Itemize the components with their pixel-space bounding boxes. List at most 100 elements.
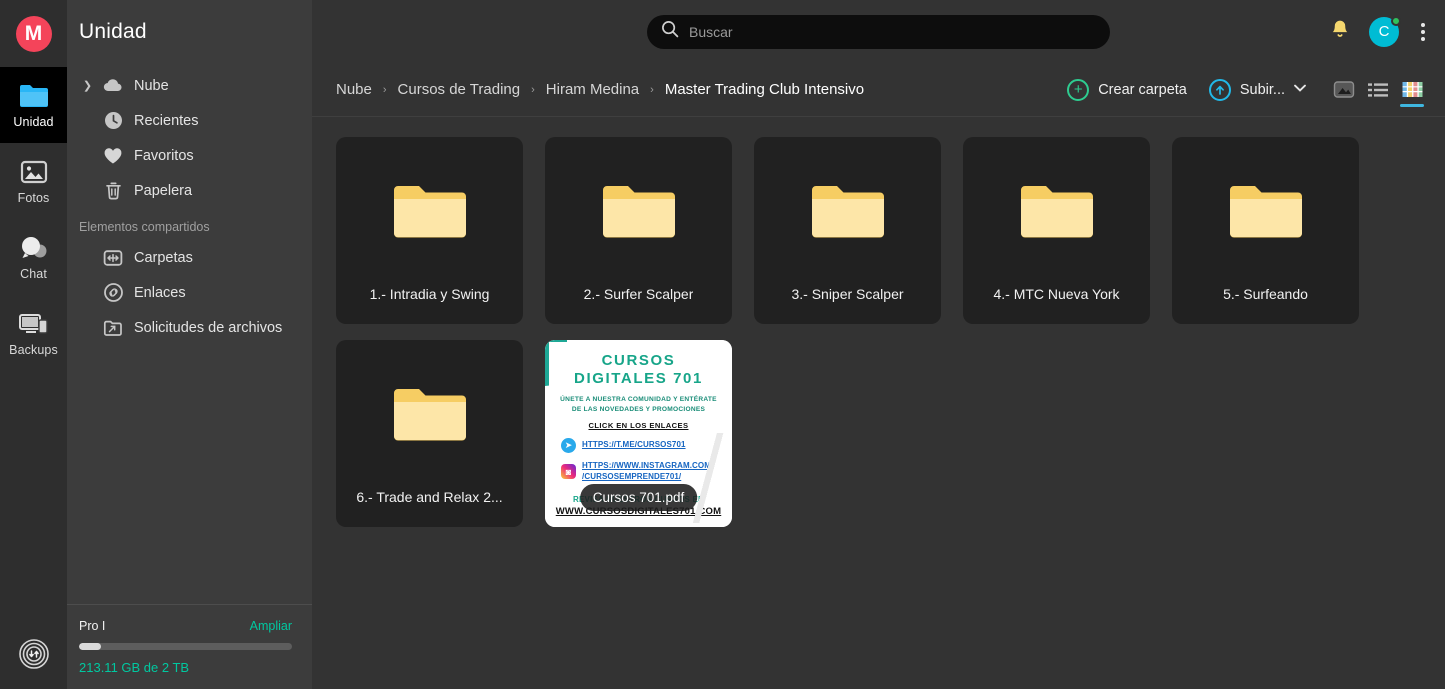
sidebar-section-shared: Elementos compartidos [67, 208, 312, 240]
breadcrumb-separator: › [531, 84, 535, 96]
upload-label: Subir... [1240, 82, 1285, 98]
file-tooltip: Cursos 701.pdf [580, 484, 698, 511]
shared-folders-icon [96, 249, 130, 267]
file-name: 3.- Sniper Scalper [791, 286, 903, 324]
folder-icon [1018, 137, 1096, 286]
decor-corner-inner [549, 342, 571, 386]
sidebar-item-papelera[interactable]: Papelera [67, 173, 312, 208]
file-name: 2.- Surfer Scalper [584, 286, 694, 324]
app-rail: M Unidad Fotos [0, 0, 67, 689]
breadcrumb-item-2[interactable]: Hiram Medina [546, 81, 639, 98]
sidebar-item-enlaces[interactable]: Enlaces [67, 275, 312, 310]
chat-bubble-icon [17, 233, 51, 263]
pdf-instagram-url-line2: /CURSOSEMPRENDE701/ [582, 472, 681, 481]
sidebar-label-nube: Nube [134, 78, 169, 94]
pdf-title-line1: CURSOS [602, 352, 676, 370]
rail-item-backups[interactable]: Backups [0, 295, 67, 371]
folder-icon [391, 340, 469, 489]
avatar-letter: C [1379, 23, 1390, 40]
file-name: 6.- Trade and Relax 2... [356, 489, 502, 527]
transfers-button[interactable] [0, 638, 67, 675]
upgrade-link[interactable]: Ampliar [250, 619, 292, 633]
rail-label-unidad: Unidad [13, 115, 53, 129]
file-card-folder[interactable]: 2.- Surfer Scalper [545, 137, 732, 324]
sidebar-label-carpetas: Carpetas [134, 250, 193, 266]
rail-item-fotos[interactable]: Fotos [0, 143, 67, 219]
sidebar-item-recientes[interactable]: Recientes [67, 103, 312, 138]
pdf-cta: CLICK EN LOS ENLACES [589, 421, 689, 430]
file-grid: 1.- Intradia y Swing 2.- Surfer Scalper [312, 117, 1445, 689]
file-card-folder[interactable]: 3.- Sniper Scalper [754, 137, 941, 324]
folder-actions: + Crear carpeta Subir... [1067, 73, 1429, 107]
pdf-subtitle-line2: DE LAS NOVEDADES Y PROMOCIONES [572, 405, 705, 414]
rail-label-backups: Backups [9, 343, 58, 357]
instagram-icon: ◙ [561, 464, 576, 479]
search-icon [661, 20, 679, 43]
sidebar-item-nube[interactable]: ❯ Nube [67, 68, 312, 103]
search-box[interactable] [647, 15, 1110, 49]
sidebar: Unidad ❯ Nube Recie [67, 0, 312, 689]
mega-drive-app: M Unidad Fotos [0, 0, 1445, 689]
link-icon [96, 283, 130, 302]
create-folder-label: Crear carpeta [1098, 82, 1187, 98]
list-view-icon[interactable] [1361, 73, 1395, 107]
trash-icon [96, 181, 130, 200]
breadcrumb-item-0[interactable]: Nube [336, 81, 372, 98]
kebab-menu-icon[interactable] [1417, 19, 1429, 45]
upload-button[interactable]: Subir... [1209, 79, 1285, 101]
chevron-down-icon[interactable] [1293, 83, 1307, 96]
bell-icon[interactable] [1329, 18, 1351, 45]
pdf-telegram-url: HTTPS://T.ME/CURSOS701 [582, 440, 686, 451]
search-input[interactable] [689, 24, 1069, 40]
photos-icon [17, 157, 51, 187]
avatar[interactable]: C [1369, 17, 1399, 47]
file-name: 1.- Intradia y Swing [370, 286, 490, 324]
clock-icon [96, 111, 130, 130]
sidebar-label-solicitudes: Solicitudes de archivos [134, 320, 282, 336]
grid-view-icon[interactable] [1395, 73, 1429, 107]
folder-icon [1227, 137, 1305, 286]
breadcrumb-separator: › [650, 84, 654, 96]
storage-usage-text: 213.11 GB de 2 TB [79, 660, 292, 675]
file-card-folder[interactable]: 4.- MTC Nueva York [963, 137, 1150, 324]
rail-item-chat[interactable]: Chat [0, 219, 67, 295]
rail-label-chat: Chat [20, 267, 47, 281]
mega-logo[interactable]: M [0, 0, 67, 67]
folder-icon [809, 137, 887, 286]
top-right-actions: C [1329, 0, 1429, 63]
plus-circle-icon: + [1067, 79, 1089, 101]
create-folder-button[interactable]: + Crear carpeta [1067, 79, 1187, 101]
file-card-folder[interactable]: 6.- Trade and Relax 2... [336, 340, 523, 527]
folder-icon [600, 137, 678, 286]
file-card-folder[interactable]: 1.- Intradia y Swing [336, 137, 523, 324]
rail-label-fotos: Fotos [18, 191, 50, 205]
drive-folder-icon [17, 81, 51, 111]
file-name: 5.- Surfeando [1223, 286, 1308, 324]
sidebar-item-solicitudes[interactable]: Solicitudes de archivos [67, 310, 312, 345]
media-view-icon[interactable] [1327, 73, 1361, 107]
breadcrumb-bar: Nube › Cursos de Trading › Hiram Medina … [312, 63, 1445, 117]
chevron-right-icon[interactable]: ❯ [79, 79, 96, 92]
breadcrumb-item-3[interactable]: Master Trading Club Intensivo [665, 81, 864, 98]
transfers-icon [18, 638, 50, 675]
file-card-pdf[interactable]: CURSOS DIGITALES 701 ÚNETE A NUESTRA COM… [545, 340, 732, 527]
decor-slashes [690, 433, 730, 523]
telegram-icon: ➤ [561, 438, 576, 453]
status-dot [1391, 16, 1401, 26]
breadcrumb-item-1[interactable]: Cursos de Trading [398, 81, 521, 98]
breadcrumb-separator: › [383, 84, 387, 96]
sidebar-label-papelera: Papelera [134, 183, 192, 199]
sidebar-item-favoritos[interactable]: Favoritos [67, 138, 312, 173]
file-card-folder[interactable]: 5.- Surfeando [1172, 137, 1359, 324]
storage-progress-bar [79, 643, 292, 650]
pdf-subtitle-line1: ÚNETE A NUESTRA COMUNIDAD Y ENTÉRATE [560, 395, 717, 404]
top-bar: C [312, 0, 1445, 63]
sidebar-label-favoritos: Favoritos [134, 148, 194, 164]
storage-progress-fill [79, 643, 101, 650]
rail-item-unidad[interactable]: Unidad [0, 67, 67, 143]
sidebar-label-enlaces: Enlaces [134, 285, 186, 301]
plan-name: Pro I [79, 619, 105, 633]
sidebar-nav: ❯ Nube Recientes [67, 68, 312, 345]
main-panel: C Nube › Cursos de Trading › Hiram Medin… [312, 0, 1445, 689]
sidebar-item-carpetas[interactable]: Carpetas [67, 240, 312, 275]
